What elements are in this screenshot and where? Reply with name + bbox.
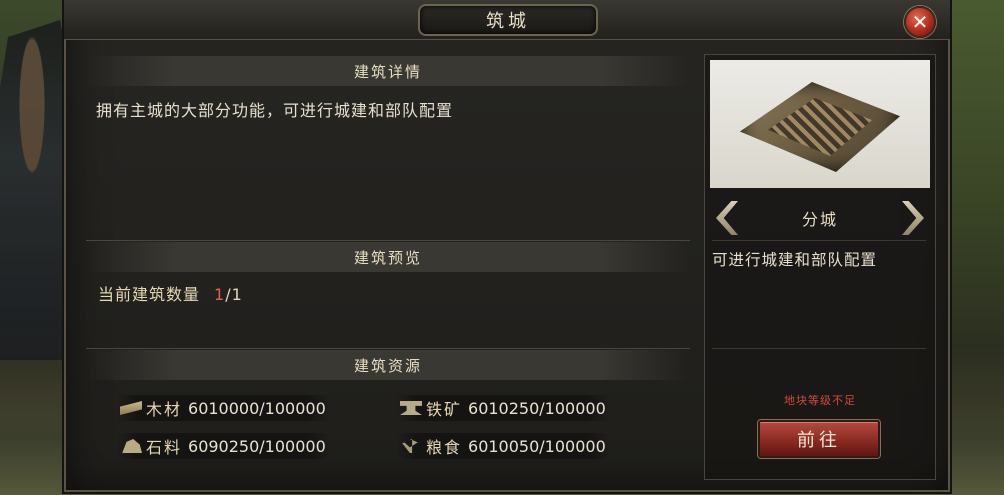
section-divider bbox=[712, 240, 926, 241]
iron-icon bbox=[400, 401, 422, 415]
building-name: 分城 bbox=[801, 210, 838, 229]
section-divider bbox=[86, 348, 690, 349]
preview-header: 建筑预览 bbox=[86, 242, 690, 272]
close-icon: ✕ bbox=[911, 10, 929, 34]
resource-iron: 铁矿 6010250/100000 bbox=[396, 395, 610, 421]
tile-level-warning: 地块等级不足 bbox=[784, 394, 856, 407]
go-button[interactable]: 前往 bbox=[758, 420, 880, 458]
grain-icon bbox=[402, 439, 420, 453]
building-count-current: 1 bbox=[214, 285, 226, 304]
resource-wood: 木材 6010000/100000 bbox=[116, 395, 330, 421]
stone-icon bbox=[122, 439, 142, 453]
close-button[interactable]: ✕ bbox=[904, 6, 936, 38]
dialog-title-plate: 筑城 bbox=[418, 4, 598, 36]
building-short-description: 可进行城建和部队配置 bbox=[712, 251, 878, 269]
next-arrow-icon[interactable] bbox=[901, 201, 924, 235]
dialog-title: 筑城 bbox=[486, 11, 530, 32]
details-description: 拥有主城的大部分功能，可进行城建和部队配置 bbox=[96, 101, 454, 120]
resource-value: 6090250/100000 bbox=[188, 436, 326, 456]
resource-value: 6010000/100000 bbox=[188, 398, 326, 418]
building-count-row: 当前建筑数量 1/1 bbox=[98, 281, 243, 305]
section-divider bbox=[712, 348, 926, 349]
resource-label: 木材 bbox=[146, 400, 183, 419]
resource-label: 石料 bbox=[146, 438, 183, 457]
details-header: 建筑详情 bbox=[86, 56, 690, 86]
resource-value: 6010050/100000 bbox=[468, 436, 606, 456]
wood-icon bbox=[120, 401, 142, 415]
building-preview-image bbox=[710, 60, 930, 188]
building-count-label: 当前建筑数量 bbox=[98, 285, 201, 304]
section-divider bbox=[86, 240, 690, 241]
resource-label: 铁矿 bbox=[426, 400, 463, 419]
resource-stone: 石料 6090250/100000 bbox=[116, 433, 330, 459]
building-info-panel: 建筑详情 拥有主城的大部分功能，可进行城建和部队配置 建筑预览 当前建筑数量 1/… bbox=[86, 56, 690, 480]
building-count-total: /1 bbox=[225, 285, 243, 304]
resource-grain: 粮食 6010050/100000 bbox=[396, 433, 610, 459]
resource-label: 粮食 bbox=[426, 438, 463, 457]
resources-header: 建筑资源 bbox=[86, 350, 690, 380]
resource-value: 6010250/100000 bbox=[468, 398, 606, 418]
previous-arrow-icon[interactable] bbox=[716, 201, 738, 235]
building-selector: 分城 bbox=[716, 198, 924, 238]
